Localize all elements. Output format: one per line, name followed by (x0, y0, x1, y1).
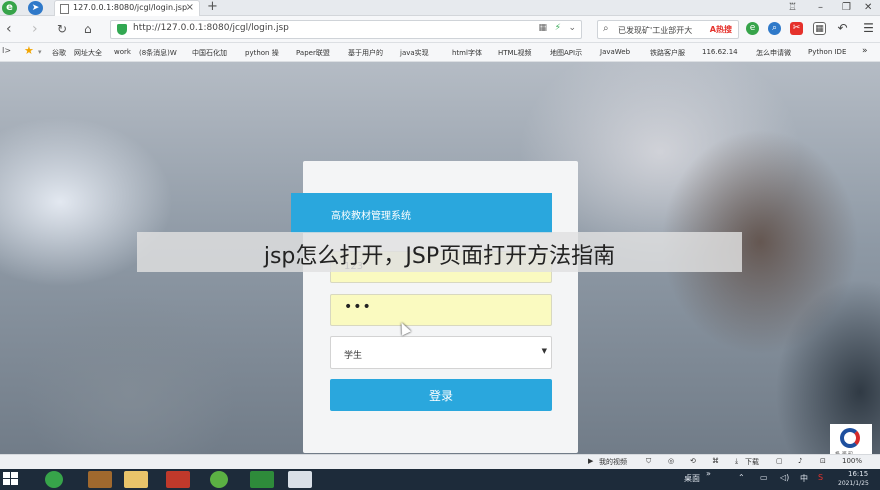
bookmark-item[interactable]: 铁路客户服 (650, 48, 685, 58)
role-select[interactable]: 学生 ▼ (330, 336, 552, 369)
menu-icon[interactable]: ☰ (862, 22, 875, 35)
shirt-skin-icon[interactable]: ♖ (788, 0, 797, 16)
lightning-icon[interactable]: ⚡ (555, 23, 561, 33)
bookmark-item[interactable]: 中国石化加 (192, 48, 227, 58)
address-toolbar: ‹ › ↻ ⌂ http://127.0.0.1:8080/jcgl/login… (0, 16, 880, 43)
dropdown-icon[interactable]: ⌄ (568, 23, 576, 33)
close-tab-icon[interactable]: × (186, 2, 194, 13)
speed-icon[interactable]: ◎ (668, 457, 674, 465)
navigate-icon[interactable]: ➤ (28, 1, 43, 15)
select-arrow-icon: ▼ (541, 347, 547, 355)
app-taskbar-icon[interactable] (250, 471, 274, 488)
sound-icon[interactable]: ♪ (798, 457, 802, 465)
extension-green-icon[interactable]: e (746, 22, 759, 35)
page-icon[interactable]: ▢ (776, 457, 783, 465)
browser-tab[interactable]: 127.0.0.1:8080/jcgl/login.jsp × (54, 0, 200, 16)
ime-label[interactable]: 中 (800, 473, 808, 484)
sogou-icon[interactable]: S (818, 473, 823, 482)
folder-taskbar-icon[interactable] (124, 471, 148, 488)
grid-icon[interactable]: ▦ (538, 23, 547, 33)
video-icon[interactable]: ▶ (588, 457, 593, 465)
restore-icon[interactable]: ❐ (842, 0, 851, 16)
bookmark-item[interactable]: HTML视频 (498, 48, 531, 58)
browser-logo-icon[interactable]: e (2, 1, 17, 15)
bookmarks-bar: I> ★ ▾ 谷歌 网址大全 work (8条消息)W 中国石化加 python… (0, 43, 880, 62)
sidebar-toggle-icon[interactable]: I> (2, 46, 11, 55)
archive-taskbar-icon[interactable] (166, 471, 190, 488)
hot-search-label[interactable]: A热搜 (710, 24, 732, 35)
network-icon[interactable]: ⌘ (712, 457, 719, 465)
screenshot-icon[interactable]: ✂ (790, 22, 803, 35)
search-input[interactable]: ⌕ 已发现矿'工业部开大 A热搜 (597, 20, 739, 39)
logo-ring-icon (840, 428, 860, 448)
bookmark-item[interactable]: (8条消息)W (139, 48, 177, 58)
bookmark-item[interactable]: 116.62.14 (702, 48, 738, 56)
tab-title: 127.0.0.1:8080/jcgl/login.jsp (73, 3, 188, 12)
bookmark-item[interactable]: python 操 (245, 48, 279, 58)
browser-tab-bar: e ➤ 127.0.0.1:8080/jcgl/login.jsp × + ♖ … (0, 0, 880, 16)
back-icon[interactable]: ‹ (6, 20, 12, 38)
forward-icon[interactable]: › (32, 20, 38, 38)
clock-date[interactable]: 2021/1/25 (838, 480, 869, 487)
bookmark-item[interactable]: 谷歌 (52, 48, 66, 58)
undo-icon[interactable]: ↶ (836, 22, 849, 35)
login-header: 高校教材管理系统 (291, 193, 552, 233)
browser-taskbar-icon[interactable] (45, 471, 63, 488)
windows-start-icon[interactable] (3, 472, 19, 487)
search-icon: ⌕ (603, 23, 609, 34)
bookmark-item[interactable]: JavaWeb (600, 48, 630, 56)
bookmark-item[interactable]: 怎么申请微 (756, 48, 791, 58)
password-value: ••• (344, 299, 372, 315)
browser-status-bar: ▶ 我的视频 ⛉ ◎ ⟲ ⌘ ⤓ 下载 ▢ ♪ ⊡ 100% (0, 454, 880, 469)
extension-search-icon[interactable]: ⌕ (768, 22, 781, 35)
caption-banner: jsp怎么打开，JSP页面打开方法指南 (137, 232, 742, 272)
search-text: 已发现矿'工业部开大 (618, 26, 693, 35)
url-text: http://127.0.0.1:8080/jcgl/login.jsp (133, 23, 289, 33)
windows-taskbar: 桌面 » ⌃ ▭ ◁) 中 S 16:15 2021/1/25 (0, 469, 880, 490)
password-field[interactable]: ••• (330, 294, 552, 326)
caption-text: jsp怎么打开，JSP页面打开方法指南 (263, 244, 616, 269)
reload-icon[interactable]: ↻ (57, 20, 67, 38)
page-viewport: 高校教材管理系统 123 ••• 学生 ▼ 登录 jsp怎么打开，JSP页面打开… (0, 62, 880, 469)
books-taskbar-icon[interactable] (88, 471, 112, 488)
role-value: 学生 (344, 351, 363, 361)
tray-up-icon[interactable]: ⌃ (738, 473, 745, 482)
more-bookmarks-icon[interactable]: » (862, 46, 868, 56)
home-icon[interactable]: ⌂ (84, 20, 92, 38)
my-video-link[interactable]: 我的视频 (599, 457, 627, 467)
shield-status-icon[interactable]: ⛉ (646, 457, 651, 466)
url-field[interactable]: http://127.0.0.1:8080/jcgl/login.jsp ▦ ⚡… (110, 20, 582, 39)
bookmark-item[interactable]: 基于用户的 (348, 48, 383, 58)
ie-taskbar-icon[interactable] (210, 471, 228, 488)
show-more-icon[interactable]: » (706, 469, 711, 478)
clock-time[interactable]: 16:15 (848, 470, 868, 478)
network-tray-icon[interactable]: ▭ (760, 473, 768, 482)
system-title: 高校教材管理系统 (331, 211, 411, 222)
new-tab-icon[interactable]: + (207, 0, 218, 14)
apps-grid-icon[interactable]: ▦ (813, 22, 826, 35)
download-icon[interactable]: ⤓ (735, 457, 738, 466)
zoom-icon[interactable]: ⊡ (820, 457, 826, 465)
page-icon (60, 4, 69, 14)
bookmark-dropdown-icon[interactable]: ▾ (38, 48, 42, 56)
restore-status-icon[interactable]: ⟲ (690, 457, 696, 465)
bookmark-item[interactable]: java实现 (400, 48, 429, 58)
star-icon[interactable]: ★ (24, 44, 34, 57)
volume-icon[interactable]: ◁) (780, 473, 789, 482)
bookmark-item[interactable]: 地图API示 (550, 48, 582, 58)
minimize-icon[interactable]: – (818, 0, 823, 16)
close-window-icon[interactable]: ✕ (864, 0, 872, 16)
login-button[interactable]: 登录 (330, 379, 552, 411)
bookmark-item[interactable]: html字体 (452, 48, 482, 58)
bookmark-item[interactable]: Python IDE (808, 48, 846, 56)
bookmark-item[interactable]: work (114, 48, 131, 56)
bookmark-item[interactable]: Paper联盟 (296, 48, 330, 58)
desktop-label[interactable]: 桌面 (684, 473, 700, 484)
secure-shield-icon (117, 24, 127, 35)
download-link[interactable]: 下载 (745, 457, 759, 467)
zoom-level[interactable]: 100% (842, 457, 862, 465)
java-taskbar-icon[interactable] (288, 471, 312, 488)
bookmark-item[interactable]: 网址大全 (74, 48, 102, 58)
